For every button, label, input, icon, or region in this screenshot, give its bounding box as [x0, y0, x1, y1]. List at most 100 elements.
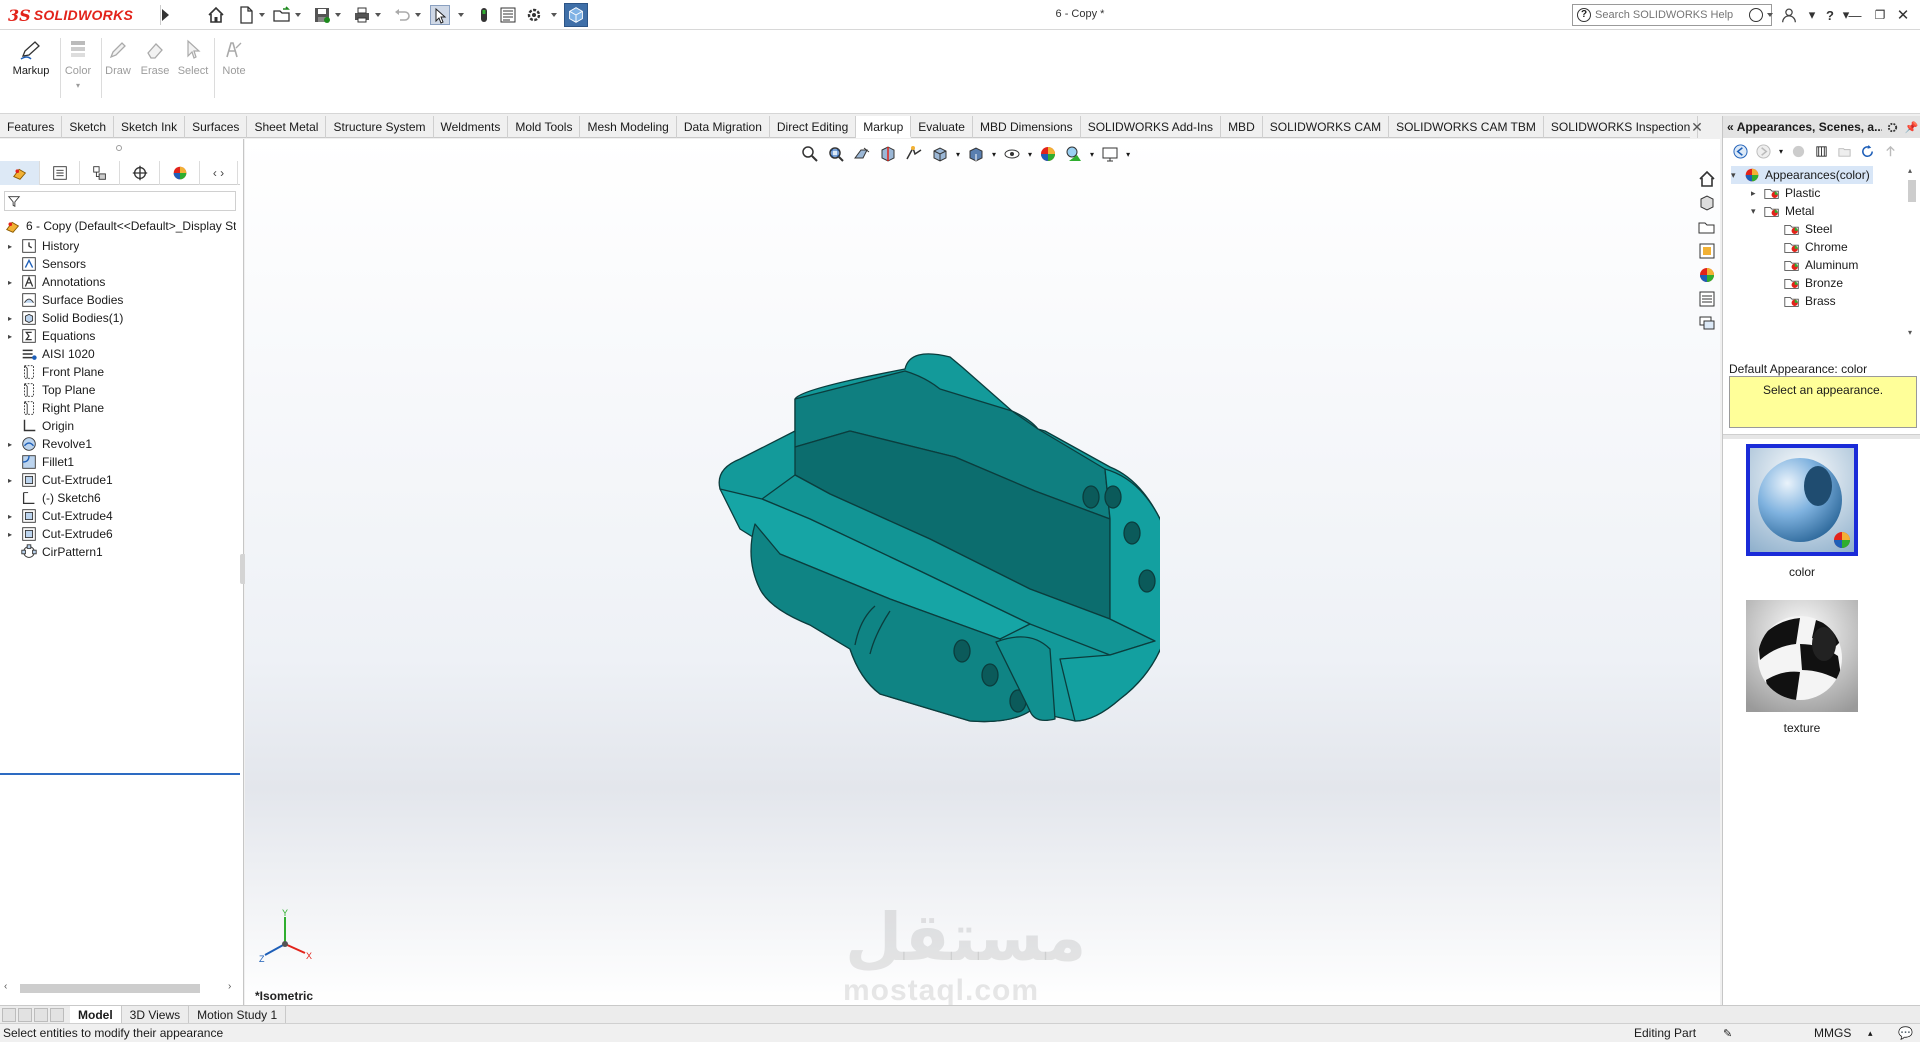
tree-item-surface-bodies[interactable]: Surface Bodies: [0, 291, 240, 309]
tree-item-sensors[interactable]: Sensors: [0, 255, 240, 273]
appearances-scenes-icon[interactable]: [1697, 265, 1717, 285]
tab-mold-tools[interactable]: Mold Tools: [508, 116, 581, 138]
back-icon[interactable]: [1733, 143, 1748, 159]
design-library-icon[interactable]: [1697, 193, 1717, 213]
tab-solidworks-inspection[interactable]: SOLIDWORKS Inspection: [1544, 116, 1699, 138]
tree-item-fillet1[interactable]: Fillet1: [0, 453, 240, 471]
collapse-pane-icon[interactable]: «: [1727, 120, 1734, 134]
chevron-down-icon[interactable]: ▾: [1779, 147, 1783, 156]
swatch-texture[interactable]: texture: [1746, 600, 1858, 735]
solidworks-resources-icon[interactable]: [1697, 169, 1717, 189]
apply-scene-icon[interactable]: [1064, 144, 1084, 164]
tab-features[interactable]: Features: [0, 116, 63, 138]
units-selector[interactable]: MMGS: [1814, 1024, 1851, 1042]
tree-item-cirpattern1[interactable]: CirPattern1: [0, 543, 240, 561]
solidworks-forum-icon[interactable]: [1697, 313, 1717, 333]
file-properties-icon[interactable]: [498, 5, 518, 25]
pane-splitter[interactable]: [1723, 434, 1920, 439]
appearance-item-brass[interactable]: Brass: [1771, 292, 1836, 310]
dimxpert-manager-tab-icon[interactable]: [120, 161, 160, 185]
bottom-tab-model[interactable]: Model: [70, 1005, 122, 1024]
select-button[interactable]: Select: [172, 38, 214, 77]
tab-mesh-modeling[interactable]: Mesh Modeling: [580, 116, 677, 138]
bottom-tab-motion-study-1[interactable]: Motion Study 1: [189, 1005, 287, 1024]
tab-direct-editing[interactable]: Direct Editing: [770, 116, 857, 138]
search-help-box[interactable]: ?: [1572, 4, 1773, 26]
tree-filter-field[interactable]: [4, 191, 236, 211]
tree-item-cut-extrude6[interactable]: ▸ Cut-Extrude6: [0, 525, 240, 543]
note-button[interactable]: Note: [213, 38, 255, 77]
scrollbar-thumb[interactable]: [20, 984, 200, 993]
section-view-icon[interactable]: [878, 144, 898, 164]
expand-arrow-icon[interactable]: ▸: [8, 476, 18, 485]
tree-item-history[interactable]: ▸ History: [0, 237, 240, 255]
tab-structure-system[interactable]: Structure System: [326, 116, 434, 138]
scroll-up-icon[interactable]: ▴: [1908, 166, 1912, 175]
rebuild-icon[interactable]: [474, 5, 494, 25]
search-icon[interactable]: [1749, 8, 1763, 22]
forward-icon[interactable]: [1756, 143, 1771, 159]
tab-mbd[interactable]: MBD: [1221, 116, 1263, 138]
chevron-down-icon[interactable]: ▾: [1090, 150, 1094, 159]
close-icon[interactable]: ✕: [1690, 120, 1704, 134]
expand-arrow-icon[interactable]: ▸: [8, 278, 18, 287]
zoom-to-area-icon[interactable]: [826, 144, 846, 164]
tree-item-annotations[interactable]: ▸ Annotations: [0, 273, 240, 291]
view-cube-icon[interactable]: [564, 3, 588, 27]
erase-button[interactable]: Erase: [134, 38, 176, 77]
select-icon[interactable]: [430, 5, 450, 25]
scroll-left-icon[interactable]: ‹: [4, 981, 7, 992]
chevron-down-icon[interactable]: ▾: [1028, 150, 1032, 159]
expand-arrow-icon[interactable]: ▸: [8, 530, 18, 539]
appearance-item-steel[interactable]: Steel: [1771, 220, 1832, 238]
user-icon[interactable]: [1779, 5, 1799, 25]
home-icon[interactable]: [206, 5, 226, 25]
previous-tab-arrow-icon[interactable]: [18, 1007, 32, 1022]
horizontal-scrollbar[interactable]: ‹ ›: [4, 981, 236, 995]
comments-icon[interactable]: 💬: [1898, 1024, 1913, 1042]
tree-item-origin[interactable]: Origin: [0, 417, 240, 435]
tree-item-revolve1[interactable]: ▸ Revolve1: [0, 435, 240, 453]
tab-sketch-ink[interactable]: Sketch Ink: [114, 116, 186, 138]
chevron-up-icon[interactable]: ▴: [1868, 1024, 1873, 1042]
color-button[interactable]: Color ▾: [57, 38, 99, 90]
appearance-item-bronze[interactable]: Bronze: [1771, 274, 1843, 292]
tree-item-equations[interactable]: ▸ Equations: [0, 327, 240, 345]
previous-view-icon[interactable]: [852, 144, 872, 164]
chevron-down-icon[interactable]: [1767, 13, 1773, 17]
property-manager-tab-icon[interactable]: [40, 161, 80, 185]
appearance-item-chrome[interactable]: Chrome: [1771, 238, 1848, 256]
expand-arrow-icon[interactable]: ▸: [1751, 188, 1763, 199]
print-icon[interactable]: [352, 5, 372, 25]
view-palette-icon[interactable]: [1697, 241, 1717, 261]
scroll-right-icon[interactable]: ›: [228, 981, 231, 992]
options-gear-icon[interactable]: [1886, 121, 1899, 134]
tab-markup[interactable]: Markup: [856, 116, 912, 138]
expand-arrow-icon[interactable]: ▸: [8, 242, 18, 251]
edit-appearance-icon[interactable]: [1038, 144, 1058, 164]
save-icon[interactable]: [312, 5, 332, 25]
tab-surfaces[interactable]: Surfaces: [185, 116, 248, 138]
restore-icon[interactable]: ❐: [1870, 5, 1890, 25]
appearance-item-appearances-color[interactable]: ▾ Appearances(color): [1731, 166, 1873, 184]
chevron-down-icon[interactable]: [458, 13, 464, 17]
tab-evaluate[interactable]: Evaluate: [911, 116, 973, 138]
rebuild-status-icon[interactable]: ✎: [1723, 1025, 1732, 1042]
chevron-down-icon[interactable]: ▾: [1126, 150, 1130, 159]
display-style-icon[interactable]: [966, 144, 986, 164]
tab-solidworks-cam-tbm[interactable]: SOLIDWORKS CAM TBM: [1389, 116, 1544, 138]
options-icon[interactable]: [524, 5, 544, 25]
chevron-down-icon[interactable]: [259, 13, 265, 17]
tree-item-cut-extrude1[interactable]: ▸ Cut-Extrude1: [0, 471, 240, 489]
draw-button[interactable]: Draw: [97, 38, 139, 77]
configuration-manager-tab-icon[interactable]: [80, 161, 120, 185]
3d-part-model[interactable]: [700, 349, 1160, 739]
scrollbar-thumb[interactable]: [1908, 180, 1916, 202]
undo-icon[interactable]: [392, 5, 412, 25]
expand-arrow-icon[interactable]: ▸: [8, 332, 18, 341]
first-tab-arrow-icon[interactable]: [2, 1007, 16, 1022]
chevron-down-icon[interactable]: ▾: [57, 81, 99, 90]
chevron-down-icon[interactable]: ▾: [956, 150, 960, 159]
appearance-item-aluminum[interactable]: Aluminum: [1771, 256, 1858, 274]
tree-item-top-plane[interactable]: Top Plane: [0, 381, 240, 399]
